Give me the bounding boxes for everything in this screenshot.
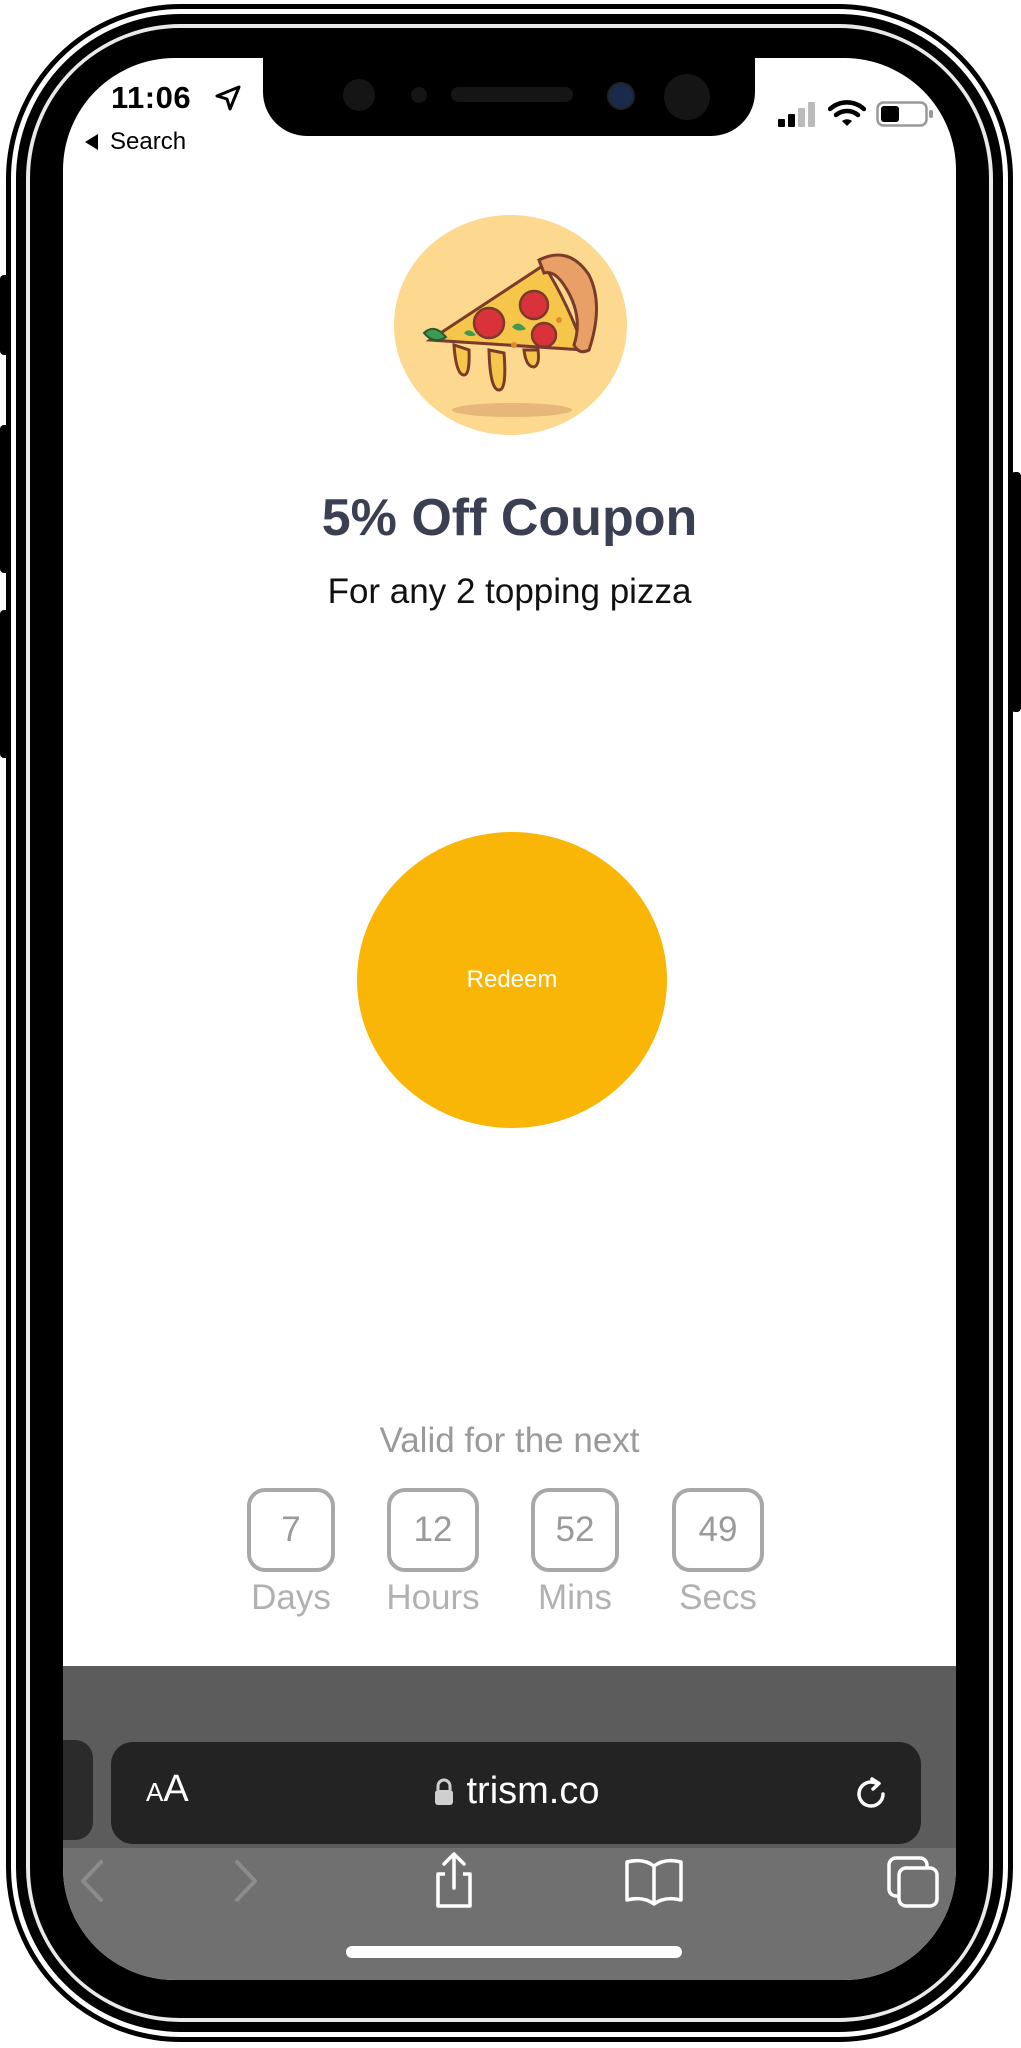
home-indicator[interactable]	[346, 1946, 682, 1958]
screen: 11:06 Search 5% Off Coupon For any 2 top…	[63, 58, 956, 1980]
previous-tab-peek[interactable]	[63, 1740, 93, 1840]
timer-unit-label: Mins	[538, 1578, 612, 1617]
mute-switch	[0, 275, 10, 355]
timer-secs: 49 Secs	[658, 1488, 778, 1618]
timer-unit-label: Days	[251, 1578, 331, 1617]
timer-value: 49	[672, 1488, 764, 1572]
coupon-subtitle: For any 2 topping pizza	[327, 572, 692, 611]
coupon-title: 5% Off Coupon	[321, 489, 698, 547]
bookmarks-icon[interactable]	[623, 1850, 685, 1912]
timer-value: 12	[387, 1488, 479, 1572]
lock-icon	[434, 1778, 453, 1805]
address-bar[interactable]: AA trism.co	[111, 1742, 921, 1844]
notch	[263, 58, 755, 136]
battery-icon	[876, 101, 933, 127]
power-button	[1011, 472, 1021, 712]
back-arrow-icon[interactable]	[63, 1850, 125, 1912]
timer-unit-label: Hours	[386, 1578, 480, 1617]
reload-icon[interactable]	[851, 1774, 891, 1814]
tabs-icon[interactable]	[883, 1850, 945, 1912]
status-icons	[778, 100, 934, 128]
back-triangle-icon	[85, 134, 98, 150]
browser-toolbar: AA trism.co	[63, 1666, 956, 1980]
phone-mockup: 11:06 Search 5% Off Coupon For any 2 top…	[0, 0, 1021, 2048]
volume-down-button	[0, 610, 10, 758]
volume-up-button	[0, 425, 10, 573]
wifi-icon	[828, 100, 866, 126]
redeem-button[interactable]: Redeem	[357, 832, 667, 1128]
signal-icon	[778, 102, 815, 127]
timer-value: 7	[247, 1488, 335, 1572]
back-to-search[interactable]: Search	[85, 128, 186, 156]
back-search-label: Search	[110, 128, 187, 155]
url-display[interactable]: trism.co	[111, 1770, 921, 1813]
status-time: 11:06	[111, 80, 192, 115]
pizza-slice-icon	[394, 215, 627, 435]
share-icon[interactable]	[423, 1850, 485, 1912]
timer-mins: 52 Mins	[515, 1488, 635, 1618]
forward-arrow-icon[interactable]	[213, 1850, 275, 1912]
url-text: trism.co	[466, 1770, 600, 1812]
timer-unit-label: Secs	[679, 1578, 757, 1617]
location-arrow-icon	[215, 85, 241, 111]
validity-label: Valid for the next	[379, 1421, 640, 1460]
timer-hours: 12 Hours	[373, 1488, 493, 1618]
timer-value: 52	[531, 1488, 619, 1572]
timer-days: 7 Days	[231, 1488, 351, 1618]
